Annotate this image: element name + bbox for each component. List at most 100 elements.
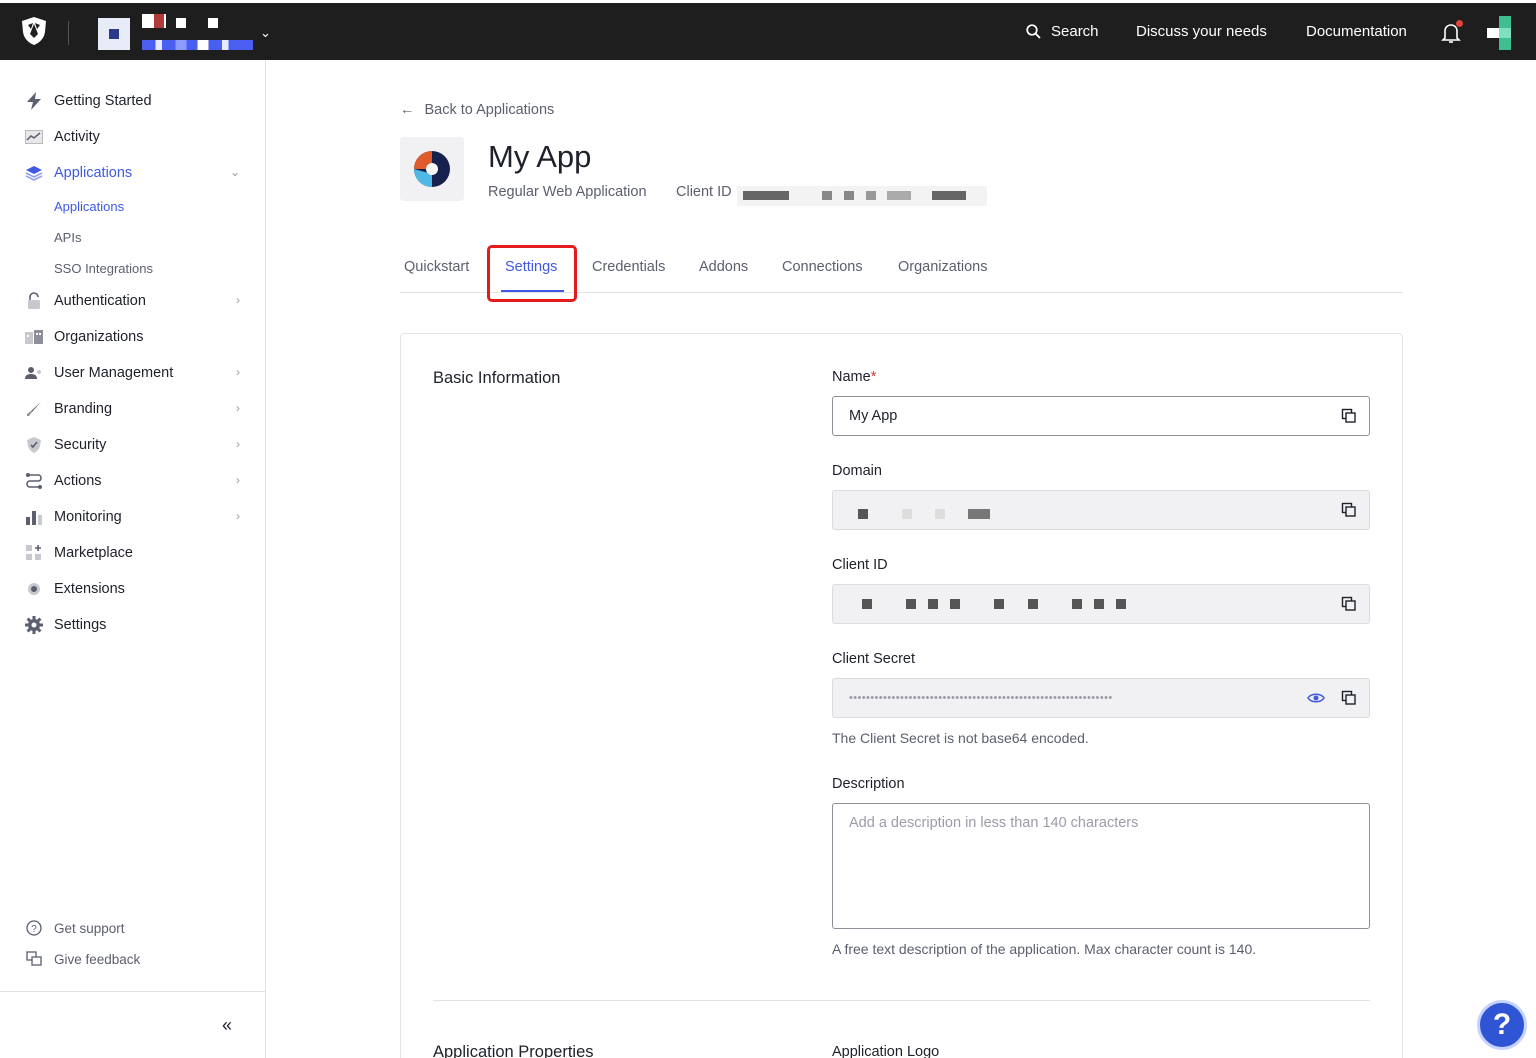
chevron-right-icon: ›	[236, 509, 240, 523]
arrow-left-icon: ←	[400, 102, 415, 118]
sidebar-item-settings[interactable]: Settings	[24, 613, 244, 637]
back-label: Back to Applications	[424, 102, 555, 118]
sidebar-subitem-applications[interactable]: Applications	[54, 199, 124, 214]
divider	[0, 991, 266, 992]
app-logo-icon	[414, 151, 450, 187]
shield-check-icon	[24, 435, 44, 455]
description-placeholder: Add a description in less than 140 chara…	[849, 815, 1139, 831]
tab-addons[interactable]: Addons	[699, 259, 748, 275]
redacted-block	[858, 509, 868, 519]
divider	[68, 21, 69, 45]
basic-information-heading: Basic Information	[433, 369, 561, 387]
settings-tab-highlight	[487, 245, 577, 302]
chevron-down-icon: ⌄	[229, 165, 240, 179]
chevron-right-icon: ›	[236, 473, 240, 487]
name-label-text: Name	[832, 369, 871, 385]
description-label: Description	[832, 776, 905, 792]
redacted-block	[950, 599, 960, 609]
sidebar-item-organizations[interactable]: Organizations	[24, 325, 244, 349]
sidebar-item-activity[interactable]: Activity	[24, 125, 244, 149]
redacted-block	[1072, 599, 1082, 609]
sidebar-item-security[interactable]: Security ›	[24, 433, 244, 457]
client-id-input[interactable]	[832, 584, 1370, 624]
give-feedback-link[interactable]: Give feedback	[24, 949, 140, 969]
building-icon	[24, 327, 44, 347]
sidebar-item-monitoring[interactable]: Monitoring ›	[24, 505, 244, 529]
search-label: Search	[1051, 23, 1099, 40]
back-to-applications-link[interactable]: ← Back to Applications	[400, 102, 554, 118]
client-secret-label: Client Secret	[832, 651, 916, 667]
question-mark-icon: ?	[1492, 1008, 1512, 1041]
sidebar-item-label: User Management	[54, 365, 174, 381]
app-logo	[400, 137, 464, 201]
application-properties-heading: Application Properties	[433, 1043, 594, 1058]
redacted-block	[935, 509, 945, 519]
tab-credentials[interactable]: Credentials	[592, 259, 665, 275]
auth0-logo-icon[interactable]	[20, 16, 48, 46]
tab-organizations[interactable]: Organizations	[898, 259, 987, 275]
eye-icon[interactable]	[1307, 691, 1325, 705]
search-button[interactable]: Search	[1026, 23, 1099, 40]
domain-input[interactable]	[832, 490, 1370, 530]
client-id-header-label: Client ID	[676, 184, 732, 200]
sidebar-subitem-sso-integrations[interactable]: SSO Integrations	[54, 261, 153, 276]
tab-connections[interactable]: Connections	[782, 259, 863, 275]
chevron-right-icon: ›	[236, 365, 240, 379]
discuss-needs-link[interactable]: Discuss your needs	[1136, 23, 1267, 40]
name-input[interactable]: My App	[832, 396, 1370, 436]
puzzle-icon	[24, 579, 44, 599]
copy-icon[interactable]	[1341, 408, 1357, 424]
redacted-block	[994, 599, 1004, 609]
description-textarea[interactable]: Add a description in less than 140 chara…	[832, 803, 1370, 929]
sidebar-item-label: Branding	[54, 401, 113, 417]
copy-icon[interactable]	[1341, 596, 1357, 612]
redacted-block	[862, 599, 872, 609]
sidebar-item-user-management[interactable]: User Management ›	[24, 361, 244, 385]
client-secret-input[interactable]: ••••••••••••••••••••••••••••••••••••••••…	[832, 678, 1370, 718]
sidebar-item-actions[interactable]: Actions ›	[24, 469, 244, 493]
sidebar-item-branding[interactable]: Branding ›	[24, 397, 244, 421]
documentation-link[interactable]: Documentation	[1306, 23, 1407, 40]
sidebar-item-authentication[interactable]: Authentication ›	[24, 289, 244, 313]
page-title: My App	[488, 139, 592, 174]
grid-plus-icon	[24, 543, 44, 563]
sidebar-item-label: Actions	[54, 473, 102, 489]
copy-icon[interactable]	[1341, 502, 1357, 518]
sidebar-item-applications[interactable]: Applications ⌄	[24, 161, 244, 185]
client-id-label: Client ID	[832, 557, 888, 573]
get-support-label: Get support	[54, 920, 125, 936]
chevron-right-icon: ›	[236, 293, 240, 307]
sidebar: Getting Started Activity Applications ⌄ …	[0, 60, 266, 1058]
sidebar-item-extensions[interactable]: Extensions	[24, 577, 244, 601]
redacted-block	[1094, 599, 1104, 609]
sidebar-item-label: Getting Started	[54, 93, 152, 109]
activity-chart-icon	[24, 127, 44, 147]
redacted-block	[928, 599, 938, 609]
sidebar-item-label: Extensions	[54, 581, 125, 597]
sidebar-item-marketplace[interactable]: Marketplace	[24, 541, 244, 565]
sidebar-item-label: Organizations	[54, 329, 144, 345]
domain-label: Domain	[832, 463, 882, 479]
chevron-right-icon: ›	[236, 437, 240, 451]
sidebar-item-getting-started[interactable]: Getting Started	[24, 89, 244, 113]
tenant-avatar[interactable]	[98, 18, 130, 50]
chevron-down-icon[interactable]: ⌄	[260, 25, 271, 41]
client-id-redacted-chip[interactable]	[737, 186, 987, 206]
redacted-block	[1116, 599, 1126, 609]
lock-icon	[24, 291, 44, 311]
tab-quickstart[interactable]: Quickstart	[404, 259, 469, 275]
copy-icon[interactable]	[1341, 690, 1357, 706]
sidebar-item-label: Applications	[54, 165, 133, 181]
name-input-value: My App	[849, 408, 898, 424]
get-support-link[interactable]: ? Get support	[24, 918, 125, 938]
sidebar-item-label: Activity	[54, 129, 100, 145]
collapse-sidebar-icon[interactable]: «	[222, 1015, 232, 1036]
flow-icon	[24, 471, 44, 491]
brush-icon	[24, 399, 44, 419]
sidebar-subitem-apis[interactable]: APIs	[54, 230, 81, 245]
description-helper-text: A free text description of the applicati…	[832, 941, 1257, 957]
help-floating-button[interactable]: ?	[1477, 1000, 1527, 1050]
tenant-name-redacted[interactable]	[142, 14, 254, 50]
user-avatar[interactable]	[1487, 16, 1511, 50]
sidebar-item-label: Monitoring	[54, 509, 122, 525]
